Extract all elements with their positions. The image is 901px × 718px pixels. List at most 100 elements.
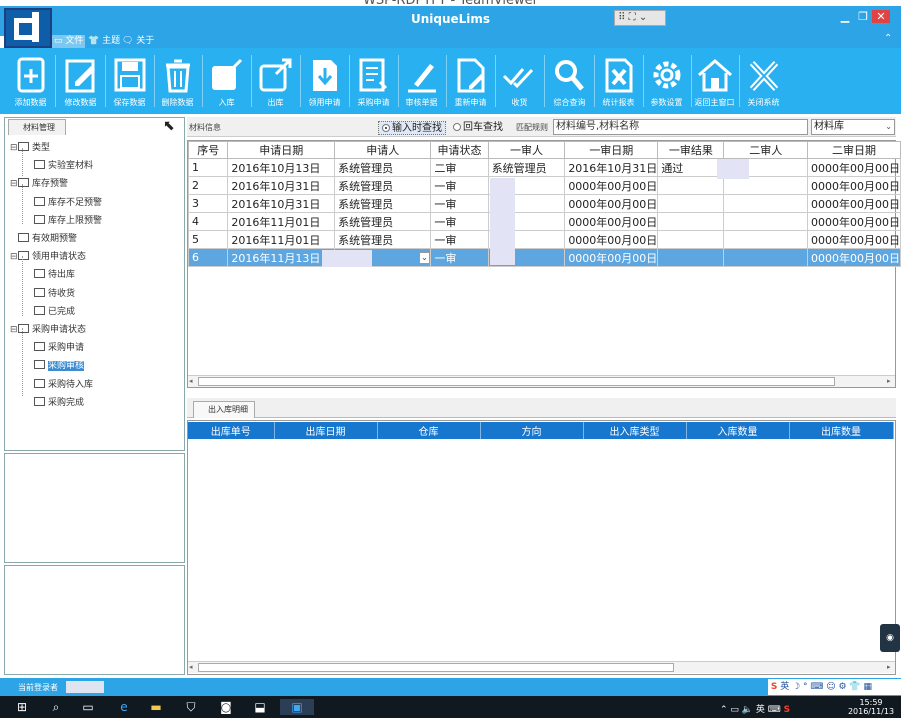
table-cell[interactable]: 系统管理员 <box>334 212 432 231</box>
system-tray[interactable]: ⌃ ▭ 🔈 英 ⌨ S <box>720 702 790 715</box>
table-cell[interactable]: 通过 <box>657 158 725 177</box>
task-view-icon[interactable]: ▭ <box>80 699 96 715</box>
detail-column-header[interactable]: 方向 <box>480 422 584 439</box>
ribbon-collapse-icon[interactable]: ⌃ <box>884 33 892 44</box>
applicant-dropdown-icon[interactable]: ⌄ <box>419 252 430 264</box>
edge-icon[interactable]: e <box>116 699 132 715</box>
table-cell[interactable]: 4 <box>187 212 229 231</box>
camera-icon[interactable]: ◙ <box>218 699 234 715</box>
table-cell[interactable]: 2016年10月31日 <box>227 176 336 195</box>
teamviewer-panel-handle[interactable]: ⠿ ⛶ ⌄ <box>614 10 666 26</box>
grid-column-header[interactable]: 申请日期 <box>227 141 336 159</box>
app-icon[interactable]: ⬓ <box>252 699 268 715</box>
grid-column-header[interactable]: 申请人 <box>334 141 432 159</box>
radio-input-search[interactable]: 输入时查找 <box>378 121 446 135</box>
table-cell[interactable] <box>723 248 808 267</box>
minimize-icon[interactable]: ▁ <box>836 10 854 23</box>
table-cell[interactable]: 2 <box>187 176 229 195</box>
toolbar-button-12[interactable]: 综合查询 <box>545 52 594 112</box>
toolbar-button-11[interactable]: 收货 <box>495 52 544 112</box>
table-cell[interactable]: 系统管理员 <box>334 176 432 195</box>
menu-about[interactable]: 🗨 关于 <box>120 35 156 48</box>
grid-column-header[interactable]: 申请状态 <box>430 141 489 159</box>
toolbar-button-14[interactable]: 参数设置 <box>642 52 691 112</box>
table-cell[interactable] <box>723 194 808 213</box>
table-cell[interactable]: 一审 <box>430 248 489 267</box>
table-cell[interactable]: 一审 <box>430 176 489 195</box>
toolbar-button-15[interactable]: 返回主窗口 <box>690 52 739 112</box>
search-icon[interactable]: ⌕ <box>48 699 64 715</box>
table-cell[interactable]: 1 <box>187 158 229 177</box>
scroll-left-icon[interactable]: ◂ <box>189 377 193 385</box>
tree-node[interactable]: 采购完成 <box>34 395 84 411</box>
table-cell[interactable]: 0000年00月00日 <box>806 194 901 213</box>
toolbar-button-16[interactable]: 关闭系统 <box>739 52 788 112</box>
grid-column-header[interactable]: 二审日期 <box>806 141 901 159</box>
toolbar-button-13[interactable]: 统计报表 <box>594 52 643 112</box>
detail-column-header[interactable]: 仓库 <box>377 422 481 439</box>
table-cell[interactable]: 2016年10月31日 <box>227 194 336 213</box>
toolbar-button-2[interactable]: 修改数据 <box>56 52 105 112</box>
table-cell[interactable] <box>657 176 725 195</box>
table-row[interactable]: 5 2016年11月01日 系统管理员 一审 0000年00月00日 0000年00月00… <box>187 230 901 249</box>
toolbar-button-5[interactable]: 入库 <box>202 52 251 112</box>
radio-enter-search[interactable]: 回车查找 <box>450 121 506 135</box>
library-select[interactable]: 材料库 ⌄ <box>811 119 895 135</box>
restore-icon[interactable]: ❐ <box>854 10 872 23</box>
tab-stock-detail[interactable]: 出入库明细 <box>193 401 255 418</box>
table-row[interactable]: 6 2016年11月13日 一审 0000年00月00日 0000年00月00日 <box>187 248 901 267</box>
tree-node[interactable]: ⊟ 类型 <box>10 140 50 156</box>
table-cell[interactable]: 系统管理员 <box>334 194 432 213</box>
table-cell[interactable]: 0000年00月00日 <box>806 212 901 231</box>
grid-column-header[interactable]: 二审人 <box>723 141 808 159</box>
table-cell[interactable]: 0000年00月00日 <box>806 248 901 267</box>
table-cell[interactable]: 6 <box>187 248 229 267</box>
table-cell[interactable]: 5 <box>187 230 229 249</box>
tree-node[interactable]: 库存上限预警 <box>34 213 102 229</box>
table-cell[interactable]: 系统管理员 <box>334 230 432 249</box>
tree-node[interactable]: 待出库 <box>34 267 75 283</box>
tree-node[interactable]: 采购待入库 <box>34 377 93 393</box>
toolbar-button-6[interactable]: 出库 <box>251 52 300 112</box>
table-row[interactable]: 1 2016年10月13日 系统管理员 二审 系统管理员 2016年10月31日 通过 000… <box>187 158 901 177</box>
tab-material-management[interactable]: 材料管理 <box>8 119 66 135</box>
scroll-left-icon[interactable]: ◂ <box>189 663 193 671</box>
side-widget-icon[interactable]: ◉ <box>880 624 900 652</box>
table-cell[interactable]: 系统管理员 <box>334 158 432 177</box>
tree-toggle-icon[interactable]: ⊟ <box>10 249 18 265</box>
clock[interactable]: 15:59 2016/11/13 <box>842 698 900 716</box>
toolbar-button-1[interactable]: 添加数据 <box>6 52 55 112</box>
toolbar-button-7[interactable]: 领用申请 <box>300 52 349 112</box>
table-cell[interactable]: 3 <box>187 194 229 213</box>
scroll-right-icon[interactable]: ▸ <box>887 377 891 385</box>
table-cell[interactable]: 0000年00月00日 <box>806 176 901 195</box>
table-cell[interactable]: 一审 <box>430 212 489 231</box>
table-cell[interactable] <box>657 248 725 267</box>
toolbar-button-8[interactable]: 采购申请 <box>349 52 398 112</box>
menu-file[interactable]: ▭ 文件 <box>52 35 86 48</box>
table-cell[interactable] <box>723 176 808 195</box>
table-cell[interactable]: 0000年00月00日 <box>564 212 659 231</box>
tree-node[interactable]: 实验室材料 <box>34 158 93 174</box>
table-cell[interactable]: 0000年00月00日 <box>564 176 659 195</box>
detail-column-header[interactable]: 出库日期 <box>274 422 378 439</box>
table-cell[interactable]: 0000年00月00日 <box>564 194 659 213</box>
detail-column-header[interactable]: 出入库类型 <box>583 422 687 439</box>
start-icon[interactable]: ⊞ <box>14 699 30 715</box>
table-cell[interactable]: 0000年00月00日 <box>806 158 901 177</box>
tree-node[interactable]: ⊟ 库存预警 <box>10 176 68 192</box>
search-input[interactable]: 材料编号,材料名称 <box>553 119 808 135</box>
table-row[interactable]: 3 2016年10月31日 系统管理员 一审 0000年00月00日 0000年00月00… <box>187 194 901 213</box>
tree-node[interactable]: 已完成 <box>34 304 75 320</box>
tree-toggle-icon[interactable]: ⊟ <box>10 140 18 156</box>
table-cell[interactable] <box>657 212 725 231</box>
close-icon[interactable]: ✕ <box>872 10 890 23</box>
table-row[interactable]: 4 2016年11月01日 系统管理员 一审 0000年00月00日 0000年00月00… <box>187 212 901 231</box>
tree-toggle-icon[interactable]: ⊟ <box>10 322 18 338</box>
menu-theme[interactable]: 👕 主题 <box>86 35 122 48</box>
scroll-right-icon[interactable]: ▸ <box>887 663 891 671</box>
tree-toggle-icon[interactable]: ⊟ <box>10 176 18 192</box>
tree-node[interactable]: 待收货 <box>34 286 75 302</box>
toolbar-button-9[interactable]: 审核单据 <box>397 52 446 112</box>
tree-node[interactable]: 采购申请 <box>34 340 84 356</box>
